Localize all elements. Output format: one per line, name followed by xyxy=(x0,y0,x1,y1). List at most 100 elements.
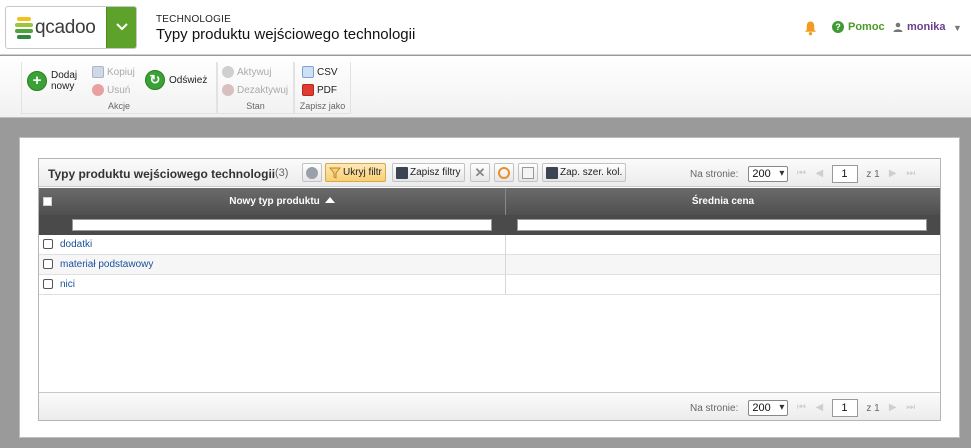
per-page-value: 200 xyxy=(752,168,771,180)
per-page-select[interactable]: 200 xyxy=(748,400,789,416)
row-divider xyxy=(505,255,506,275)
csv-icon xyxy=(302,66,314,78)
page-number-input[interactable]: 1 xyxy=(832,399,859,417)
add-new-button[interactable]: + Dodaj nowy xyxy=(27,70,77,92)
grid-footer-bar: Na stronie: 200 ⏮ ◀ 1 z 1 ▶ ⏭ xyxy=(39,392,940,420)
column-average-price[interactable]: Średnia cena xyxy=(506,188,940,215)
csv-label: CSV xyxy=(317,66,338,78)
ribbon-group-state: Aktywuj Dezaktywuj Stan xyxy=(217,62,294,114)
user-menu-arrow-icon[interactable]: ▼ xyxy=(953,23,962,33)
column-average-price-label: Średnia cena xyxy=(691,196,755,207)
row-checkbox[interactable] xyxy=(43,259,53,269)
help-icon: ? xyxy=(832,21,844,33)
ribbon-group-save-as-label: Zapisz jako xyxy=(299,101,346,111)
row-checkbox[interactable] xyxy=(43,279,53,289)
grid-column-header: Nowy typ produktu Średnia cena xyxy=(39,188,940,215)
help-label: Pomoc xyxy=(848,21,885,33)
first-page-icon[interactable]: ⏮ xyxy=(796,402,806,414)
next-page-icon[interactable]: ▶ xyxy=(888,168,898,180)
plus-icon: + xyxy=(27,71,47,91)
column-new-product-type[interactable]: Nowy typ produktu xyxy=(59,188,506,215)
delete-button[interactable]: Usuń xyxy=(92,84,130,96)
save-icon xyxy=(396,166,408,179)
grid-options-button[interactable] xyxy=(302,163,322,182)
page-title: Typy produktu wejściowego technologii xyxy=(156,26,416,43)
refresh-button[interactable]: ↻ Odśwież xyxy=(145,70,207,90)
row-product-type[interactable]: materiał podstawowy xyxy=(60,259,153,270)
add-new-label-line1: Dodaj xyxy=(51,70,78,81)
user-icon xyxy=(893,22,903,32)
ribbon-group-save-as: CSV PDF Zapisz jako xyxy=(294,62,351,114)
prev-page-icon[interactable]: ◀ xyxy=(814,402,824,414)
page-number-value: 1 xyxy=(841,402,848,414)
column-new-product-type-label: Nowy typ produktu xyxy=(229,196,320,207)
last-page-icon[interactable]: ⏭ xyxy=(906,402,916,414)
delete-label: Usuń xyxy=(107,84,131,96)
row-product-type[interactable]: nici xyxy=(60,279,75,290)
hide-filter-button[interactable]: Ukryj filtr xyxy=(325,163,386,182)
per-page-select[interactable]: 200 xyxy=(748,166,789,182)
table-row[interactable]: nici xyxy=(39,275,940,295)
add-new-label: Dodaj nowy xyxy=(51,70,77,92)
activate-label: Aktywuj xyxy=(237,66,272,78)
prev-page-icon[interactable]: ◀ xyxy=(814,168,824,180)
page-number-value: 1 xyxy=(841,168,848,180)
chevron-down-icon xyxy=(116,23,128,31)
next-page-icon[interactable]: ▶ xyxy=(888,402,898,414)
columns-icon xyxy=(522,166,534,179)
main-menu-button[interactable] xyxy=(106,7,136,48)
top-pager: Na stronie: 200 ⏮ ◀ 1 z 1 ▶ ⏭ xyxy=(690,165,916,183)
ribbon-group-actions: + Dodaj nowy Kopiuj Usuń ↻ Odśwież Akcje xyxy=(21,62,217,114)
ribbon-toolbar: + Dodaj nowy Kopiuj Usuń ↻ Odśwież Akcje… xyxy=(0,56,971,118)
filter-icon xyxy=(329,167,341,179)
user-menu[interactable]: monika xyxy=(893,21,946,33)
row-product-type[interactable]: dodatki xyxy=(60,239,92,250)
add-new-label-line2: nowy xyxy=(51,81,75,92)
help-link[interactable]: ? Pomoc xyxy=(832,21,885,33)
page-of-label: z 1 xyxy=(866,402,880,414)
sort-ascending-icon xyxy=(324,197,335,203)
per-page-label: Na stronie: xyxy=(690,168,739,180)
select-all-checkbox[interactable] xyxy=(43,197,52,206)
delete-icon xyxy=(92,84,104,96)
save-filters-button[interactable]: Zapisz filtry xyxy=(392,163,465,182)
clear-filters-button[interactable]: ✕ xyxy=(470,163,490,182)
reset-icon xyxy=(498,166,510,179)
content-panel: Typy produktu wejściowego technologii (3… xyxy=(19,137,960,438)
copy-button[interactable]: Kopiuj xyxy=(92,66,135,78)
page-number-input[interactable]: 1 xyxy=(832,165,859,183)
table-row[interactable]: materiał podstawowy xyxy=(39,255,940,275)
bottom-pager: Na stronie: 200 ⏮ ◀ 1 z 1 ▶ ⏭ xyxy=(690,399,916,417)
logo-mark-icon xyxy=(15,17,33,39)
deactivate-icon xyxy=(222,84,234,96)
bell-icon[interactable] xyxy=(803,20,818,36)
deactivate-label: Dezaktywuj xyxy=(237,84,289,96)
reset-button[interactable] xyxy=(494,163,514,182)
activate-button[interactable]: Aktywuj xyxy=(222,66,271,78)
save-column-width-button[interactable]: Zap. szer. kol. xyxy=(542,163,627,182)
app-logo[interactable]: qcadoo xyxy=(5,6,137,49)
columns-button[interactable] xyxy=(518,163,538,182)
filter-input-new-product-type[interactable] xyxy=(72,219,492,231)
grid-count: (3) xyxy=(275,167,289,179)
last-page-icon[interactable]: ⏭ xyxy=(906,168,916,180)
logo-text: qcadoo xyxy=(35,17,96,38)
export-csv-button[interactable]: CSV xyxy=(302,66,338,78)
deactivate-button[interactable]: Dezaktywuj xyxy=(222,84,288,96)
refresh-label: Odśwież xyxy=(169,74,208,86)
per-page-label: Na stronie: xyxy=(690,402,739,414)
refresh-icon: ↻ xyxy=(145,70,165,90)
copy-icon xyxy=(92,66,104,78)
row-checkbox[interactable] xyxy=(43,239,53,249)
first-page-icon[interactable]: ⏮ xyxy=(796,168,806,180)
table-row[interactable]: dodatki xyxy=(39,235,940,255)
activate-icon xyxy=(222,66,234,78)
ribbon-group-actions-label: Akcje xyxy=(107,101,130,111)
save-icon xyxy=(546,166,558,179)
wrench-icon xyxy=(306,166,318,179)
filter-input-average-price[interactable] xyxy=(517,219,927,231)
per-page-value: 200 xyxy=(752,402,771,414)
top-header: qcadoo TECHNOLOGIE Typy produktu wejścio… xyxy=(0,0,971,55)
export-pdf-button[interactable]: PDF xyxy=(302,84,337,96)
hide-filter-label: Ukryj filtr xyxy=(343,167,382,178)
